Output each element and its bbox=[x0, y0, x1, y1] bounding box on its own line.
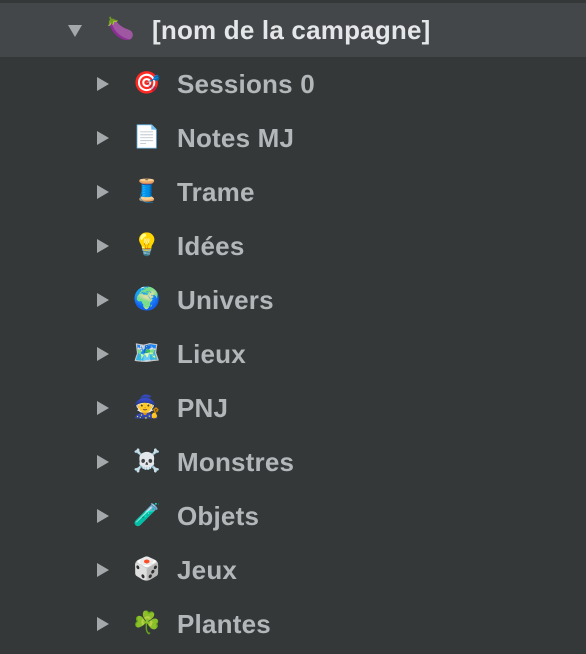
lightbulb-icon: 💡 bbox=[133, 233, 161, 258]
disclosure-triangle-collapsed-icon[interactable] bbox=[97, 77, 109, 91]
tree-item-plantes[interactable]: ☘️ Plantes bbox=[0, 597, 586, 651]
disclosure-triangle-collapsed-icon[interactable] bbox=[97, 563, 109, 577]
campaign-outline-tree: 🍆 [nom de la campagne] 🎯 Sessions 0 📄 No… bbox=[0, 0, 586, 654]
tree-item-label: Lieux bbox=[177, 338, 246, 369]
mage-icon: 🧙 bbox=[133, 395, 161, 420]
tree-item-idees[interactable]: 💡 Idées bbox=[0, 219, 586, 273]
disclosure-triangle-collapsed-icon[interactable] bbox=[97, 455, 109, 469]
shamrock-icon: ☘️ bbox=[133, 611, 161, 636]
skull-crossbones-icon: ☠️ bbox=[133, 449, 161, 474]
disclosure-triangle-collapsed-icon[interactable] bbox=[97, 293, 109, 307]
tree-item-objets[interactable]: 🧪 Objets bbox=[0, 489, 586, 543]
tree-item-univers[interactable]: 🌍 Univers bbox=[0, 273, 586, 327]
tree-item-pnj[interactable]: 🧙 PNJ bbox=[0, 381, 586, 435]
tree-item-label: Objets bbox=[177, 500, 260, 531]
disclosure-triangle-collapsed-icon[interactable] bbox=[97, 617, 109, 631]
tree-item-label: Jeux bbox=[177, 554, 238, 585]
tree-item-label: Trame bbox=[177, 176, 255, 207]
document-icon: 📄 bbox=[133, 125, 161, 150]
map-icon: 🗺️ bbox=[133, 341, 161, 366]
disclosure-triangle-collapsed-icon[interactable] bbox=[97, 239, 109, 253]
tree-item-label: Monstres bbox=[177, 446, 295, 477]
tree-item-label: Idées bbox=[177, 230, 245, 261]
tree-item-label: Sessions 0 bbox=[177, 68, 315, 99]
disclosure-triangle-collapsed-icon[interactable] bbox=[97, 185, 109, 199]
tree-item-label: Univers bbox=[177, 284, 274, 315]
tree-item-notes-mj[interactable]: 📄 Notes MJ bbox=[0, 111, 586, 165]
tree-item-monstres[interactable]: ☠️ Monstres bbox=[0, 435, 586, 489]
campaign-name-label: [nom de la campagne] bbox=[152, 14, 431, 45]
dice-icon: 🎲 bbox=[133, 557, 161, 582]
thread-spool-icon: 🧵 bbox=[133, 179, 161, 204]
tree-item-label: Notes MJ bbox=[177, 122, 295, 153]
tree-item-trame[interactable]: 🧵 Trame bbox=[0, 165, 586, 219]
test-tube-icon: 🧪 bbox=[133, 503, 161, 528]
disclosure-triangle-collapsed-icon[interactable] bbox=[97, 509, 109, 523]
globe-icon: 🌍 bbox=[133, 287, 161, 312]
tree-item-label: Plantes bbox=[177, 608, 271, 639]
disclosure-triangle-collapsed-icon[interactable] bbox=[97, 347, 109, 361]
tree-item-label: PNJ bbox=[177, 392, 229, 423]
eggplant-icon: 🍆 bbox=[107, 17, 135, 42]
disclosure-triangle-collapsed-icon[interactable] bbox=[97, 131, 109, 145]
tree-item-sessions[interactable]: 🎯 Sessions 0 bbox=[0, 57, 586, 111]
target-icon: 🎯 bbox=[133, 71, 161, 96]
tree-root-campaign[interactable]: 🍆 [nom de la campagne] bbox=[0, 3, 586, 57]
disclosure-triangle-collapsed-icon[interactable] bbox=[97, 401, 109, 415]
tree-item-jeux[interactable]: 🎲 Jeux bbox=[0, 543, 586, 597]
disclosure-triangle-expanded-icon[interactable] bbox=[68, 25, 82, 37]
tree-item-lieux[interactable]: 🗺️ Lieux bbox=[0, 327, 586, 381]
